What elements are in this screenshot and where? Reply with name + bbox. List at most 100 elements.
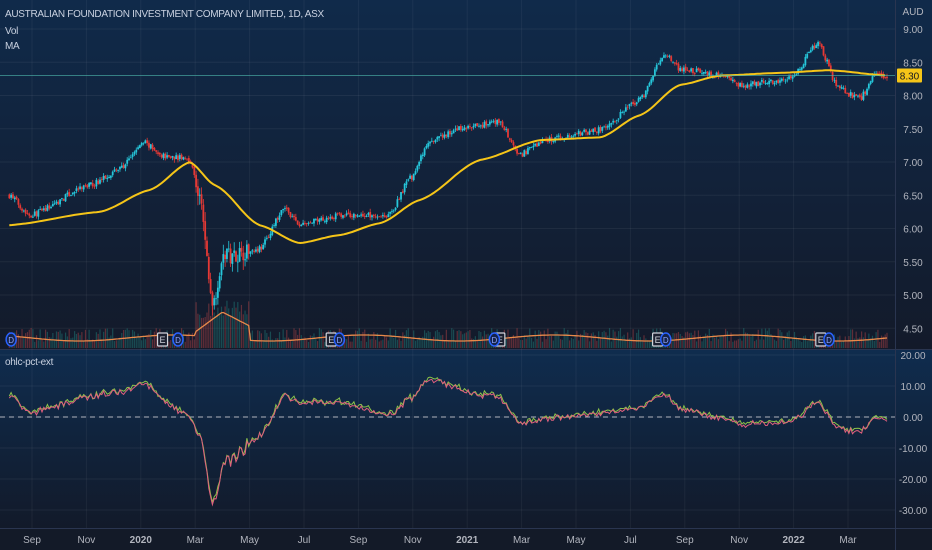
- volume-bar: [355, 330, 357, 348]
- volume-bar: [559, 339, 562, 348]
- candle: [220, 263, 223, 276]
- candle: [216, 287, 219, 298]
- candle: [420, 155, 422, 162]
- volume-bar: [520, 339, 522, 348]
- volume-bar: [387, 340, 389, 348]
- candle: [122, 165, 125, 168]
- volume-bar: [356, 330, 359, 348]
- volume-bar: [88, 329, 90, 348]
- volume-bar: [721, 336, 723, 348]
- volume-bar: [59, 330, 61, 348]
- volume-bar: [763, 339, 765, 348]
- chart-canvas[interactable]: EEEEEDDDDDD 9.008.508.007.507.006.506.00…: [0, 0, 932, 550]
- candle: [568, 135, 571, 137]
- candle: [503, 127, 506, 131]
- time-tick-label: Nov: [404, 535, 422, 546]
- candle: [773, 82, 776, 85]
- main-pane[interactable]: [0, 0, 932, 349]
- candle: [639, 96, 642, 100]
- volume-bar: [451, 328, 453, 348]
- candle: [410, 175, 413, 180]
- oscillator-pane[interactable]: [0, 350, 932, 528]
- candle: [441, 134, 444, 138]
- candle: [454, 128, 457, 130]
- candle: [686, 70, 689, 72]
- volume-bar: [801, 341, 803, 348]
- volume-bar: [465, 332, 467, 348]
- volume-bar: [128, 330, 130, 348]
- candle: [245, 244, 248, 259]
- time-tick-label: Mar: [839, 535, 857, 546]
- candle: [552, 141, 555, 142]
- candle: [458, 126, 460, 131]
- volume-bar: [598, 331, 600, 348]
- candle: [467, 125, 470, 129]
- candle: [41, 208, 43, 211]
- volume-bar: [708, 328, 710, 348]
- volume-bar: [605, 332, 607, 348]
- candle: [851, 92, 854, 99]
- volume-bar: [561, 339, 563, 348]
- volume-bar: [482, 336, 484, 348]
- candle: [68, 192, 71, 197]
- candle: [291, 216, 294, 218]
- earnings-marker-label: E: [655, 335, 661, 345]
- legend-volume[interactable]: Vol: [5, 26, 18, 37]
- dividend-marker-label: D: [492, 336, 498, 345]
- volume-bar: [393, 337, 395, 348]
- volume-bar: [291, 341, 293, 348]
- candle: [425, 145, 428, 149]
- legend-oscillator[interactable]: ohlc-pct-ext: [5, 357, 53, 368]
- volume-bar: [93, 340, 96, 348]
- candle: [256, 248, 259, 252]
- candle: [84, 185, 87, 186]
- candle: [516, 149, 518, 154]
- candle: [305, 223, 308, 225]
- candle: [394, 207, 397, 210]
- volume-bar: [521, 340, 524, 348]
- volume-bar: [206, 312, 208, 348]
- volume-bar: [320, 329, 322, 348]
- volume-bar: [200, 317, 203, 348]
- volume-bar: [757, 329, 759, 348]
- oscillator-tick-label: 20.00: [900, 351, 925, 362]
- candle: [184, 157, 187, 159]
- volume-bar: [68, 329, 70, 348]
- candle: [405, 181, 408, 185]
- candle: [574, 133, 576, 136]
- candle: [120, 165, 123, 168]
- candle: [334, 213, 337, 220]
- candle: [282, 208, 285, 211]
- candle: [144, 140, 147, 144]
- earnings-marker-label: E: [328, 335, 334, 345]
- volume-bar: [726, 331, 729, 348]
- volume-bar: [233, 301, 235, 348]
- time-tick-label: Sep: [676, 535, 694, 546]
- candle: [333, 218, 335, 219]
- volume-bar: [543, 330, 545, 348]
- candle: [17, 199, 20, 205]
- chart-title[interactable]: AUSTRALIAN FOUNDATION INVESTMENT COMPANY…: [5, 9, 324, 20]
- volume-bar: [697, 330, 699, 348]
- candle: [44, 207, 47, 212]
- candle: [64, 194, 67, 202]
- currency-label[interactable]: AUD: [902, 7, 923, 18]
- candle: [138, 145, 141, 148]
- volume-bar: [414, 340, 417, 348]
- candle: [507, 128, 509, 138]
- legend-ma[interactable]: MA: [5, 41, 20, 52]
- volume-bar: [641, 340, 643, 348]
- volume-bar: [884, 334, 886, 348]
- candle: [557, 135, 560, 137]
- volume-bar: [855, 331, 857, 348]
- candle: [421, 154, 424, 157]
- candle: [643, 95, 645, 98]
- volume-bar: [541, 341, 544, 348]
- candle: [849, 92, 852, 96]
- volume-bar: [692, 335, 694, 348]
- volume-bar: [880, 335, 883, 348]
- candle: [673, 62, 676, 64]
- candle: [226, 248, 228, 259]
- candle: [831, 72, 834, 81]
- candle: [840, 87, 843, 89]
